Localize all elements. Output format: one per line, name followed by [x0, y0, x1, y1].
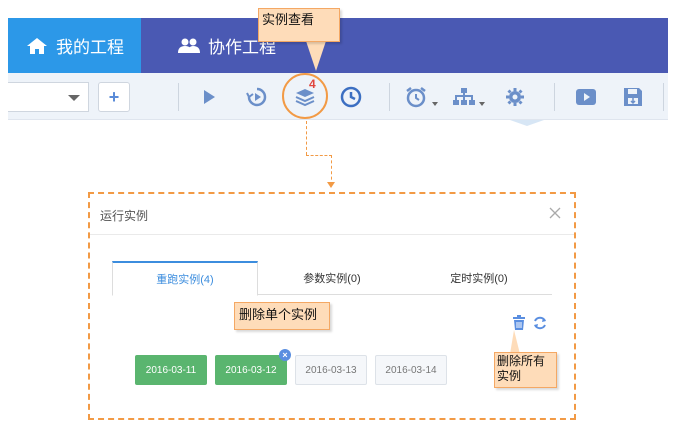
- callout-delete-all: 删除所有实例: [494, 352, 557, 388]
- callout-tail: [306, 41, 326, 71]
- close-icon[interactable]: [548, 206, 562, 220]
- dialog-title: 运行实例: [100, 209, 149, 223]
- toolbar-separator: [554, 83, 555, 111]
- alarm-icon[interactable]: [403, 85, 429, 109]
- chevron-down-icon: [68, 95, 80, 101]
- hierarchy-icon[interactable]: [451, 85, 477, 109]
- toolbar-separator: [178, 83, 179, 111]
- connector-line: [306, 155, 332, 156]
- tab-my-projects[interactable]: 我的工程: [8, 18, 141, 73]
- connector-line: [306, 121, 307, 155]
- home-icon: [27, 37, 47, 54]
- connector-arrow: [327, 182, 335, 188]
- refresh-icon[interactable]: [532, 315, 548, 331]
- instance-chip[interactable]: 2016-03-12: [215, 355, 287, 385]
- instance-chip[interactable]: 2016-03-13: [295, 355, 367, 385]
- dialog-divider: [90, 234, 574, 235]
- tab-param-instances[interactable]: 参数实例(0): [259, 261, 405, 295]
- gear-icon[interactable]: [502, 85, 528, 109]
- project-select[interactable]: [8, 82, 89, 112]
- connector-line: [331, 155, 332, 185]
- instance-tabs: 重跑实例(4) 参数实例(0) 定时实例(0): [112, 261, 552, 296]
- toolbar-separator: [389, 83, 390, 111]
- add-button[interactable]: +: [98, 82, 130, 112]
- instances-count-badge: 4: [309, 77, 316, 91]
- toolbar-separator: [663, 83, 664, 111]
- toolbar-pointer: [510, 120, 544, 126]
- instance-chip[interactable]: 2016-03-14: [375, 355, 447, 385]
- callout-view-instances: 实例查看: [258, 8, 340, 42]
- save-icon[interactable]: [620, 85, 646, 109]
- toolbar: +: [8, 73, 668, 120]
- delete-instance-icon[interactable]: ×: [279, 349, 291, 361]
- callout-tail: [510, 330, 520, 354]
- tab-rerun-instances[interactable]: 重跑实例(4): [112, 261, 258, 296]
- tab-scheduled-instances[interactable]: 定时实例(0): [406, 261, 552, 295]
- instances-highlight-ring: [282, 73, 328, 119]
- play-icon[interactable]: [196, 85, 222, 109]
- instance-chip[interactable]: 2016-03-11: [135, 355, 207, 385]
- tab-my-projects-label: 我的工程: [56, 38, 124, 57]
- video-icon[interactable]: [573, 85, 599, 109]
- hierarchy-dropdown-caret: [479, 102, 485, 106]
- users-icon: [178, 38, 200, 53]
- trash-icon[interactable]: [511, 315, 527, 331]
- clock-icon[interactable]: [338, 85, 364, 109]
- replay-icon[interactable]: [244, 85, 270, 109]
- alarm-dropdown-caret: [432, 102, 438, 106]
- callout-delete-single: 删除单个实例: [234, 302, 330, 330]
